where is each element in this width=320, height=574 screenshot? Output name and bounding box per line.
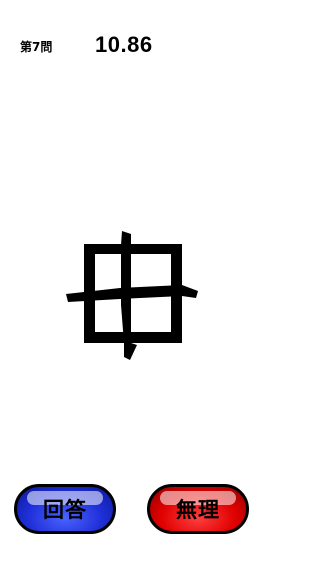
glyph-stroke-bottom xyxy=(84,332,182,343)
give-up-button-label: 無理 xyxy=(176,498,220,522)
glyph-stroke-top xyxy=(84,244,182,254)
puzzle-glyph-area xyxy=(0,205,265,375)
answer-button[interactable]: 回答 xyxy=(14,484,116,534)
answer-button-label: 回答 xyxy=(43,498,87,522)
game-header: 第7問 10.86 xyxy=(0,0,265,80)
give-up-button[interactable]: 無理 xyxy=(147,484,249,534)
timer-readout: 10.86 xyxy=(95,32,153,57)
glyph-strokes xyxy=(66,231,198,360)
puzzle-glyph xyxy=(66,231,198,360)
question-number: 第7問 xyxy=(20,40,53,54)
